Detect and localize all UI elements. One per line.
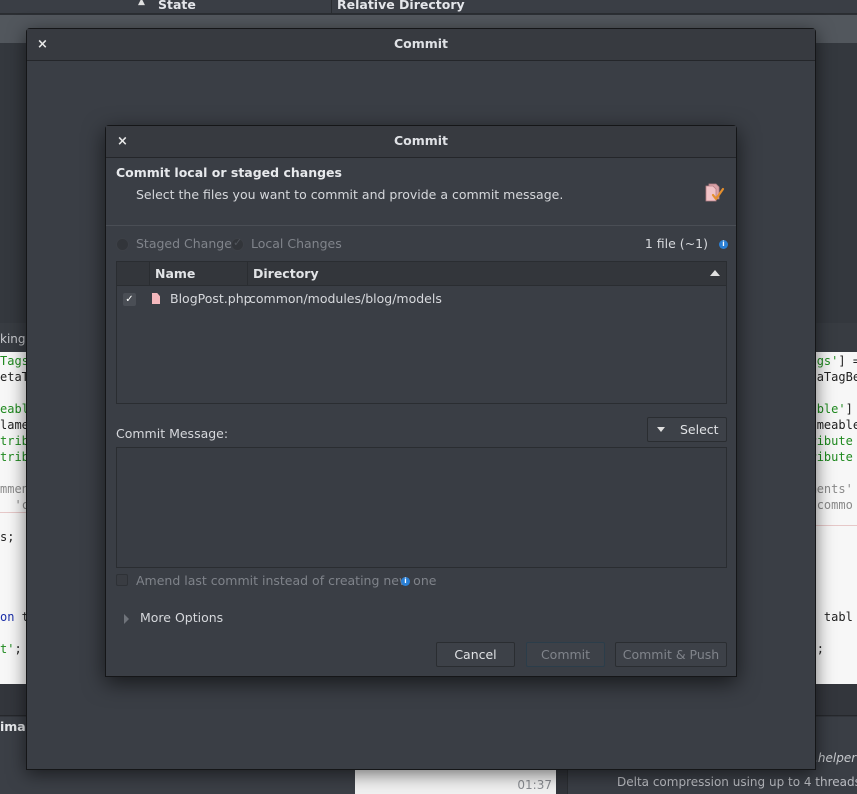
code-token: ; [816, 642, 824, 656]
staged-changes-label[interactable]: Staged Changes [136, 236, 238, 251]
file-count: 1 file (~1) [644, 236, 708, 251]
amend-checkbox[interactable] [116, 574, 128, 586]
code-token: tabl [816, 610, 853, 624]
amend-label[interactable]: Amend last commit instead of creating ne… [136, 573, 436, 588]
file-checkbox[interactable]: ✓ [123, 293, 136, 306]
code-line: t'; [0, 642, 22, 656]
select-button-label: Select [680, 422, 719, 437]
file-directory: common/modules/blog/models [249, 291, 442, 306]
commit-message-label: Commit Message: [116, 426, 229, 441]
code-token: Tags [0, 354, 29, 368]
code-token: ; [14, 642, 22, 656]
dialog-heading: Commit local or staged changes [116, 165, 342, 180]
select-message-button[interactable]: Select [647, 417, 727, 442]
column-header-directory-label: Directory [253, 266, 319, 281]
files-table: Name Directory ✓ BlogPost.php common/mod… [116, 261, 727, 404]
outer-dialog-titlebar: × Commit [27, 29, 815, 61]
column-separator[interactable] [331, 0, 332, 14]
code-token: s; [0, 530, 15, 544]
code-token: ] = [838, 354, 857, 368]
local-changes-label[interactable]: Local Changes [251, 236, 342, 251]
change-mode-selector: Staged Changes Local Changes 1 file (~1)… [116, 236, 728, 254]
column-header-state[interactable]: State [158, 0, 196, 12]
code-line: s; [0, 530, 14, 544]
column-header-relative-directory[interactable]: Relative Directory [337, 0, 465, 12]
output-line: Delta compression using up to 4 threads. [617, 775, 857, 789]
commit-dialog: × Commit Commit local or staged changes … [105, 125, 737, 677]
more-options-toggle[interactable]: More Options [140, 610, 223, 625]
column-header-directory[interactable]: Directory [248, 262, 726, 286]
dialog-header: Commit local or staged changes Select th… [106, 159, 736, 226]
dialog-titlebar: × Commit [106, 126, 736, 158]
expand-arrow-icon[interactable] [124, 614, 129, 624]
commit-and-push-button[interactable]: Commit & Push [615, 642, 727, 667]
table-row[interactable]: ✓ BlogPost.php common/modules/blog/model… [117, 287, 726, 311]
dropdown-arrow-icon [657, 427, 665, 432]
local-changes-radio[interactable] [231, 236, 244, 251]
dialog-title: Commit [393, 133, 449, 148]
changes-list-header: ▲ State Relative Directory [0, 0, 857, 14]
dialog-subheading: Select the files you want to commit and … [136, 187, 564, 202]
column-header-check[interactable] [117, 262, 150, 286]
cancel-button[interactable]: Cancel [436, 642, 515, 667]
code-token: on [0, 610, 15, 624]
column-header-name[interactable]: Name [150, 262, 248, 286]
info-icon[interactable]: i [719, 240, 728, 249]
commit-message-input[interactable] [116, 447, 727, 568]
sort-ascending-icon[interactable]: ▲ [138, 0, 145, 7]
commit-button[interactable]: Commit [526, 642, 605, 667]
sort-ascending-icon [710, 270, 720, 276]
file-name: BlogPost.php [170, 291, 252, 306]
code-token: ] [845, 402, 853, 416]
outer-dialog-title: Commit [393, 36, 449, 51]
php-file-icon [152, 293, 160, 304]
files-table-header: Name Directory [117, 262, 726, 286]
code-token: t' [0, 642, 15, 656]
info-icon[interactable]: i [401, 577, 410, 586]
commit-time: 01:37 [517, 778, 552, 792]
commit-document-icon [705, 183, 725, 202]
staged-changes-radio[interactable] [116, 238, 129, 251]
